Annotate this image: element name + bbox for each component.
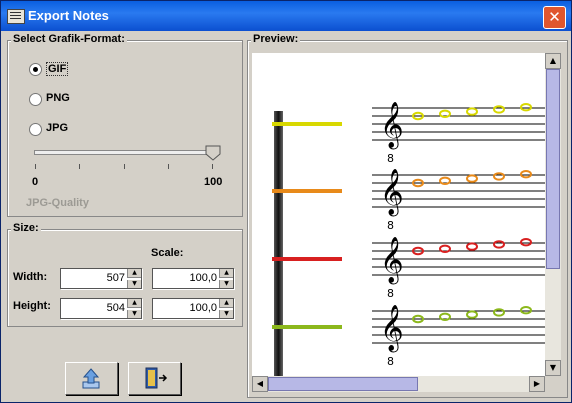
radio-label-jpg: JPG — [46, 122, 69, 134]
radio-label-gif: GIF — [46, 62, 69, 76]
note-head — [520, 238, 532, 247]
format-panel — [7, 40, 243, 217]
treble-clef-icon: 𝄞 — [380, 305, 404, 353]
clef-octave-label: 8 — [387, 152, 394, 165]
radio-button-icon[interactable] — [29, 63, 42, 76]
treble-clef-icon: 𝄞 — [380, 237, 404, 285]
horizontal-scrollbar[interactable]: ◀ ▶ — [252, 376, 545, 392]
export-notes-window: Export Notes ✕ Select Grafik-Format: GIF… — [0, 0, 572, 403]
note-head — [493, 240, 505, 249]
note-head — [493, 172, 505, 181]
note-head — [520, 103, 532, 112]
note-head — [493, 105, 505, 114]
slider-tick — [79, 164, 80, 169]
quality-slider-track[interactable] — [34, 150, 214, 155]
spin-up-icon[interactable]: ▲ — [219, 299, 233, 308]
note-head — [520, 170, 532, 179]
height-spinner[interactable]: 504 ▲ ▼ — [60, 298, 142, 319]
height-scale-value[interactable]: 100,0 — [189, 302, 217, 314]
slider-thumb-icon — [205, 145, 221, 161]
exit-button[interactable] — [128, 362, 181, 395]
slider-tick — [168, 164, 169, 169]
note-head — [439, 312, 451, 321]
note-head — [466, 107, 478, 116]
jpg-quality-label: JPG-Quality — [26, 197, 89, 209]
scroll-left-icon[interactable]: ◀ — [252, 376, 268, 392]
spin-down-icon[interactable]: ▼ — [127, 280, 141, 288]
spin-up-icon[interactable]: ▲ — [127, 269, 141, 278]
scroll-right-icon[interactable]: ▶ — [529, 376, 545, 392]
slider-tick — [35, 164, 36, 169]
clef-octave-label: 8 — [387, 287, 394, 300]
format-panel-legend: Select Grafik-Format: — [11, 33, 127, 45]
note-head — [520, 306, 532, 315]
exit-door-icon — [145, 367, 168, 389]
note-head — [493, 308, 505, 317]
width-spinner[interactable]: 507 ▲ ▼ — [60, 268, 142, 289]
treble-clef-icon: 𝄞 — [380, 169, 404, 217]
treble-clef-icon: 𝄞 — [380, 102, 404, 150]
note-head — [439, 109, 451, 118]
slider-max-label: 100 — [204, 176, 223, 188]
vertical-scroll-thumb[interactable] — [546, 69, 560, 269]
scroll-up-icon[interactable]: ▲ — [545, 53, 561, 69]
note-head — [466, 310, 478, 319]
export-button[interactable] — [65, 362, 118, 395]
radio-button-icon[interactable] — [29, 123, 42, 136]
note-preview-image: 𝄞 8 𝄞 8 𝄞 8 𝄞 8 — [272, 102, 545, 376]
note-head — [439, 244, 451, 254]
note-head — [439, 176, 451, 186]
quality-slider-thumb[interactable] — [205, 145, 221, 161]
spin-up-icon[interactable]: ▲ — [219, 269, 233, 278]
preview-canvas[interactable]: 𝄞 8 𝄞 8 𝄞 8 𝄞 8 — [252, 53, 545, 376]
height-value[interactable]: 504 — [107, 302, 125, 314]
scroll-down-icon[interactable]: ▼ — [545, 360, 561, 376]
vertical-scrollbar[interactable]: ▲ ▼ — [545, 53, 561, 376]
slider-tick — [124, 164, 125, 169]
app-icon — [7, 9, 25, 24]
spin-up-icon[interactable]: ▲ — [127, 299, 141, 308]
width-scale-spinner[interactable]: 100,0 ▲ ▼ — [152, 268, 234, 289]
preview-panel-legend: Preview: — [251, 33, 301, 45]
height-label: Height: — [13, 300, 51, 312]
spin-down-icon[interactable]: ▼ — [219, 310, 233, 318]
staff-color-marker — [272, 189, 342, 193]
title-bar[interactable]: Export Notes ✕ — [1, 1, 571, 31]
clef-octave-label: 8 — [387, 219, 394, 232]
spin-down-icon[interactable]: ▼ — [127, 310, 141, 318]
close-button[interactable]: ✕ — [543, 6, 566, 29]
export-arrow-icon — [82, 368, 100, 389]
width-label: Width: — [13, 271, 48, 283]
staff-color-marker — [272, 257, 342, 261]
width-value[interactable]: 507 — [107, 272, 125, 284]
height-scale-spinner[interactable]: 100,0 ▲ ▼ — [152, 298, 234, 319]
scroll-corner — [545, 376, 561, 392]
radio-button-icon[interactable] — [29, 93, 42, 106]
size-panel-legend: Size: — [11, 222, 41, 234]
spin-down-icon[interactable]: ▼ — [219, 280, 233, 288]
slider-min-label: 0 — [32, 176, 39, 188]
staff-color-marker — [272, 122, 342, 126]
note-head — [466, 174, 478, 183]
radio-label-png: PNG — [46, 92, 70, 104]
slider-tick — [212, 164, 213, 169]
staff-color-marker — [272, 325, 342, 329]
horizontal-scroll-thumb[interactable] — [268, 377, 418, 391]
note-head — [466, 242, 478, 251]
width-scale-value[interactable]: 100,0 — [189, 272, 217, 284]
clef-octave-label: 8 — [387, 355, 394, 368]
window-title: Export Notes — [28, 8, 109, 23]
scale-label: Scale: — [151, 247, 184, 259]
